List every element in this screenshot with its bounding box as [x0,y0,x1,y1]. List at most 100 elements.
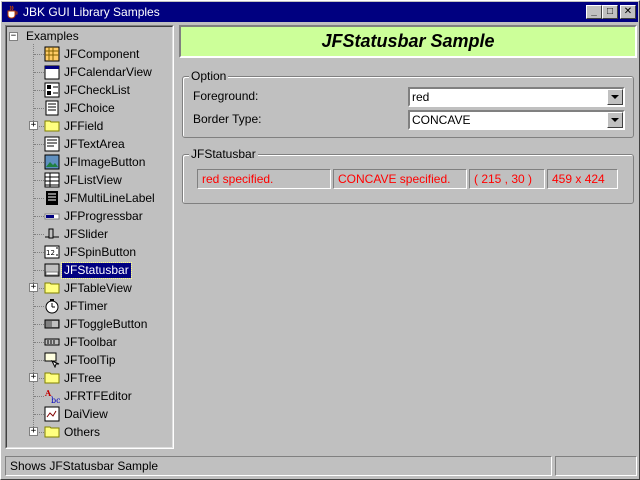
tree-item-jfspinbutton[interactable]: 12 JFSpinButton [44,243,138,261]
tree-branch-line [34,360,44,361]
tree-branch-line [34,72,44,73]
tree-item-others[interactable]: Others [44,423,102,441]
image-button-icon [44,154,60,170]
tree-item-label: JFMultiLineLabel [64,190,155,205]
tree-item-jfcomponent[interactable]: JFComponent [44,45,141,63]
progressbar-icon [44,208,60,224]
tree-item-daiview[interactable]: DaiView [44,405,110,423]
tree-branch-line [34,414,44,415]
expand-icon[interactable]: + [29,283,38,292]
window-title: JBK GUI Library Samples [23,5,160,19]
expand-icon[interactable]: + [29,121,38,130]
tree-item-jftooltip[interactable]: JFToolTip [44,351,118,369]
status-cell-foreground: red specified. [197,169,331,189]
foreground-value: red [412,90,430,104]
tree-branch-line [34,252,44,253]
statusbar-message: Shows JFStatusbar Sample [5,456,552,476]
tree-branch-line [34,180,44,181]
app-window: JBK GUI Library Samples _ □ ✕ − Examples J… [0,0,640,480]
svg-text:bc: bc [51,396,60,404]
tree-item-label: JFToolTip [64,352,116,367]
tree-item-jffield[interactable]: JFField [44,117,105,135]
tree-item-jfmultilinelabel[interactable]: JFMultiLineLabel [44,189,157,207]
tree-item-label: JFImageButton [64,154,146,169]
tree-branch-line [34,234,44,235]
jfstatusbar-group-title: JFStatusbar [189,147,258,161]
tree-branch-line [34,342,44,343]
tree-branch-line [34,144,44,145]
tree-item-jftogglebutton[interactable]: JFToggleButton [44,315,149,333]
tree-item-label: JFField [64,118,104,133]
folder-icon [44,424,60,440]
calendar-icon [44,64,60,80]
expand-icon[interactable]: + [29,427,38,436]
tree-item-label: JFTimer [64,298,108,313]
tree-item-label: JFStatusbar [61,261,132,279]
toggle-button-icon [44,316,60,332]
tree-item-jftableview[interactable]: JFTableView [44,279,134,297]
tree-branch-line [34,198,44,199]
tree-root-examples[interactable]: − Examples [9,27,81,45]
border-type-label: Border Type: [193,112,262,126]
tooltip-icon [44,352,60,369]
multiline-label-icon [44,190,60,206]
tree-branch-line [34,270,44,271]
border-type-dropdown-button[interactable] [607,112,623,128]
tree-branch-line [34,162,44,163]
tree-item-jfchoice[interactable]: JFChoice [44,99,117,117]
foreground-combo[interactable]: red [408,87,625,107]
tree-branch-line [34,216,44,217]
examples-tree[interactable]: − Examples JFComponent JFCalendarView JFChec… [5,25,174,449]
tree-branch-line [34,324,44,325]
tree-item-label: JFListView [64,172,122,187]
tree-item-label: JFSpinButton [64,244,137,259]
tree-item-label: Others [64,424,101,439]
timer-icon [44,298,60,314]
folder-icon [44,280,60,296]
tree-item-jfprogressbar[interactable]: JFProgressbar [44,207,145,225]
title-bar[interactable]: JBK GUI Library Samples _ □ ✕ [2,2,638,22]
tree-item-jfcalendarview[interactable]: JFCalendarView [44,63,154,81]
textarea-icon [44,136,60,152]
border-type-combo[interactable]: CONCAVE [408,110,625,130]
tree-item-jflistview[interactable]: JFListView [44,171,124,189]
tree-branch-line [34,396,44,397]
tree-item-label: JFCalendarView [64,64,152,79]
collapse-icon[interactable]: − [9,31,18,41]
tree-branch-line [34,108,44,109]
tree-item-label: JFProgressbar [64,208,143,223]
tree-root-label: Examples [26,28,79,43]
tree-item-jftree[interactable]: JFTree [44,369,104,387]
grid-component-icon [44,46,60,62]
tree-item-jftoolbar[interactable]: JFToolbar [44,333,119,351]
tree-branch-line [34,90,44,91]
tree-item-jfchecklist[interactable]: JFCheckList [44,81,132,99]
tree-item-label: JFSlider [64,226,109,241]
tree-branch-line [34,306,44,307]
close-button[interactable]: ✕ [620,5,636,19]
status-cell-border: CONCAVE specified. [333,169,467,189]
tree-item-label: JFToolbar [64,334,117,349]
tree-item-jfimagebutton[interactable]: JFImageButton [44,153,147,171]
folder-icon [44,118,60,134]
status-cell-size: 459 x 424 [547,169,618,189]
foreground-dropdown-button[interactable] [607,89,623,105]
spinbutton-icon: 12 [44,244,60,260]
tree-branch-line [34,54,44,55]
tree-item-jftextarea[interactable]: JFTextArea [44,135,127,153]
daiview-icon [44,406,60,422]
checklist-icon [44,82,60,98]
tree-item-label: DaiView [64,406,108,421]
tree-item-jfstatusbar[interactable]: JFStatusbar [44,261,132,279]
tree-item-jftimer[interactable]: JFTimer [44,297,110,315]
maximize-button[interactable]: □ [602,5,618,19]
minimize-button[interactable]: _ [586,5,602,19]
expand-icon[interactable]: + [29,373,38,382]
tree-item-jfslider[interactable]: JFSlider [44,225,110,243]
window-statusbar: Shows JFStatusbar Sample [5,456,637,476]
chevron-down-icon [611,117,619,122]
tree-item-label: JFTextArea [64,136,125,151]
svg-text:12: 12 [46,249,55,257]
tree-item-jfrtfeditor[interactable]: Abc JFRTFEditor [44,387,134,405]
statusbar-icon [44,262,60,278]
